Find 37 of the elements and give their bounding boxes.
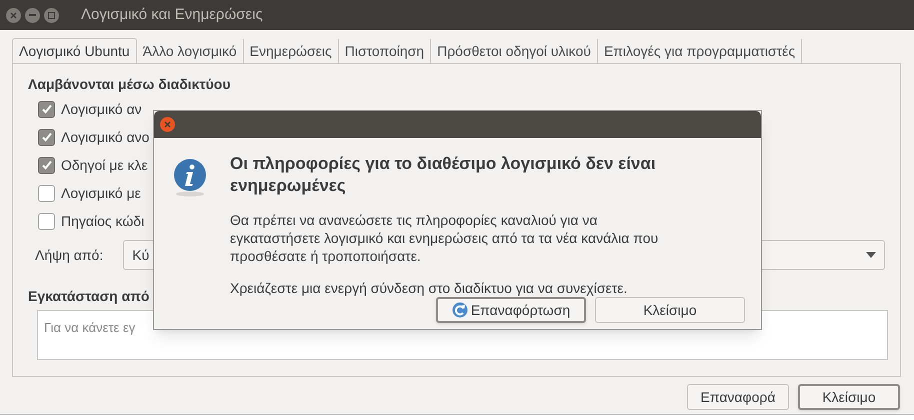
close-icon[interactable] — [160, 117, 175, 132]
checkmark-icon — [40, 131, 52, 143]
checkbox[interactable] — [38, 128, 55, 146]
dialog-message: Θα πρέπει να ανανεώσετε τις πληροφορίες καναλιού για να εγκαταστήσετε λογισμικό και ενημερώσεις από τα τα νέα κανάλια που προσθέσατε ή τροποποιήσατε. — [230, 211, 660, 265]
checkbox-label: Λογισμικό με — [61, 184, 141, 203]
checkbox[interactable] — [38, 184, 55, 202]
close-icon[interactable] — [6, 8, 21, 22]
checkbox[interactable] — [38, 100, 55, 118]
tab[interactable]: Άλλο λογισμικό — [136, 39, 244, 64]
tab[interactable]: Λογισμικό Ubuntu — [12, 38, 137, 64]
checkbox-label: Πηγαίος κώδι — [61, 212, 144, 231]
minimize-icon[interactable] — [25, 8, 40, 22]
tab[interactable]: Επιλογές για προγραμματιστές — [598, 39, 802, 64]
tab[interactable]: Πιστοποίηση — [338, 39, 432, 64]
checkmark-icon — [40, 103, 52, 115]
tab[interactable]: Πρόσθετοι οδηγοί υλικού — [431, 39, 598, 64]
checkbox-label: Λογισμικό ανο — [61, 128, 150, 147]
section-heading: Λαμβάνονται μέσω διαδικτύου — [28, 75, 230, 94]
window-title: Λογισμικό και Ενημερώσεις — [81, 4, 263, 25]
checkmark-icon — [40, 159, 52, 171]
maximize-icon[interactable] — [44, 8, 59, 22]
info-icon — [172, 157, 208, 197]
checkbox[interactable] — [38, 212, 55, 230]
refresh-icon — [452, 302, 468, 318]
dialog-title: Οι πληροφορίες για το διαθέσιμο λογισμικό δεν είναι ενημερωμένες — [230, 153, 657, 197]
dialog-button[interactable]: Επαναφορά — [687, 384, 789, 410]
dropdown-arrow-icon — [866, 252, 876, 258]
dialog-button[interactable]: Κλείσιμο — [595, 297, 745, 323]
checkbox-label: Οδηγοί με κλε — [61, 156, 148, 175]
tab[interactable]: Ενημερώσεις — [244, 39, 339, 64]
checkbox[interactable] — [38, 156, 55, 174]
dialog-button[interactable]: Κλείσιμο — [798, 384, 900, 410]
dialog-button[interactable]: Επαναφόρτωση — [436, 297, 586, 323]
dialog-message: Χρειάζεστε μια ενεργή σύνδεση στο διαδίκτυο για να συνεχίσετε. — [230, 279, 628, 297]
section-heading: Εγκατάσταση από — [28, 287, 150, 306]
download-from-label: Λήψη από: — [35, 246, 104, 265]
checkbox-label: Λογισμικό αν — [61, 100, 142, 119]
